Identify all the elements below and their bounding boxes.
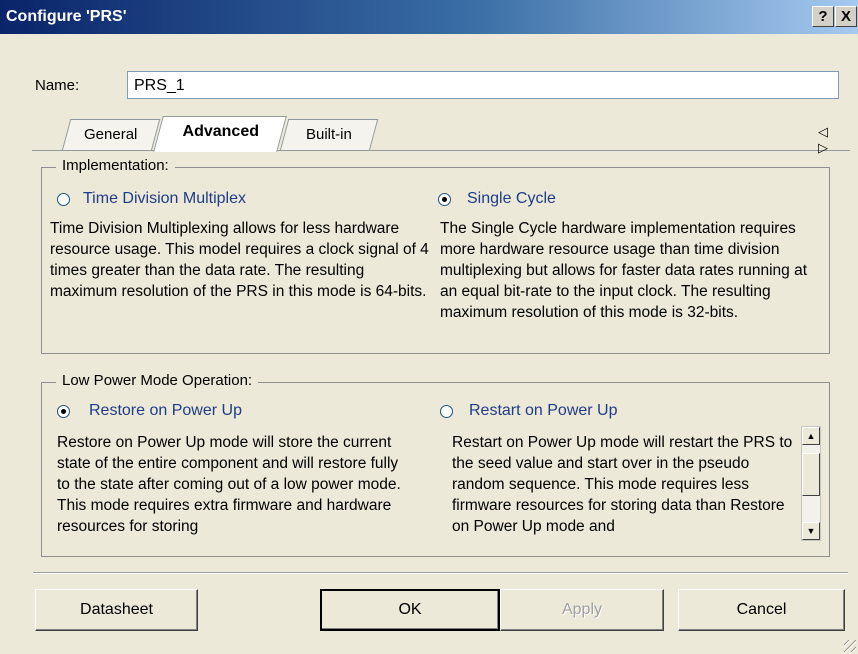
restore-on-power-up-description: Restore on Power Up mode will store the … — [57, 434, 401, 535]
datasheet-button[interactable]: Datasheet — [35, 589, 198, 631]
cancel-button[interactable]: Cancel — [678, 589, 845, 631]
tab-scroll-arrows[interactable]: ◁ ▷ — [818, 124, 858, 156]
scroll-thumb[interactable] — [802, 453, 820, 496]
close-button[interactable]: X — [835, 6, 857, 27]
tab-built-in[interactable]: Built-in — [279, 119, 379, 151]
time-division-multiplex-label[interactable]: Time Division Multiplex — [83, 190, 246, 208]
radio-restart-on-power-up[interactable] — [440, 405, 453, 418]
description-scrollbar[interactable]: ▲ ▼ — [801, 426, 821, 541]
radio-restore-on-power-up[interactable] — [57, 405, 70, 418]
implementation-legend: Implementation: — [56, 157, 175, 174]
single-cycle-description: The Single Cycle hardware implementation… — [440, 220, 808, 321]
help-button[interactable]: ? — [812, 6, 834, 27]
scroll-up-icon[interactable]: ▲ — [802, 427, 820, 445]
restart-on-power-up-description: Restart on Power Up mode will restart th… — [452, 434, 793, 535]
resize-grip-icon[interactable] — [844, 640, 856, 652]
radio-time-division-multiplex[interactable] — [57, 193, 70, 206]
radio-single-cycle[interactable] — [438, 193, 451, 206]
low-power-legend: Low Power Mode Operation: — [56, 372, 259, 389]
name-label: Name: — [35, 77, 80, 94]
button-separator — [33, 572, 848, 574]
tab-advanced[interactable]: Advanced — [153, 116, 287, 152]
restore-on-power-up-label[interactable]: Restore on Power Up — [89, 402, 242, 420]
title-bar[interactable]: Configure 'PRS' ? X — [0, 0, 858, 34]
time-division-description: Time Division Multiplexing allows for le… — [50, 220, 429, 300]
single-cycle-label[interactable]: Single Cycle — [467, 190, 556, 208]
apply-button[interactable]: Apply — [500, 589, 664, 631]
restart-on-power-up-label[interactable]: Restart on Power Up — [469, 402, 618, 420]
name-input[interactable]: PRS_1 — [127, 71, 839, 99]
ok-button[interactable]: OK — [320, 589, 500, 631]
window-title: Configure 'PRS' — [6, 8, 127, 25]
scroll-down-icon[interactable]: ▼ — [802, 522, 820, 540]
tab-general[interactable]: General — [61, 119, 161, 151]
